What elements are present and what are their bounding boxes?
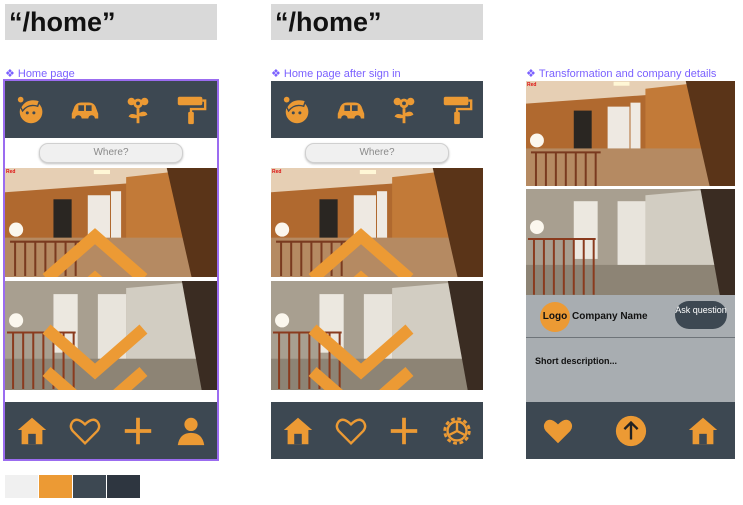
- photo-tag: Red: [272, 169, 282, 175]
- palette-swatch-dark: [107, 475, 140, 498]
- room-photo-before: Red: [5, 168, 217, 277]
- photo-tag: Red: [527, 82, 537, 88]
- transformation-details-frame: Red Logo Company Name Ask question Short…: [526, 81, 735, 459]
- palette-swatch-slate: [73, 475, 106, 498]
- heart-icon[interactable]: [67, 413, 103, 449]
- home-icon[interactable]: [685, 413, 721, 449]
- description-area: Short description...: [526, 338, 735, 402]
- home-page-frame: Where? Red: [3, 79, 219, 461]
- settings-icon[interactable]: [439, 413, 475, 449]
- ask-question-button[interactable]: Ask question: [675, 301, 727, 329]
- search-input[interactable]: Where?: [39, 143, 183, 163]
- company-logo[interactable]: Logo: [540, 302, 570, 332]
- room-photo-after: [5, 281, 217, 390]
- search-area: Where?: [271, 138, 483, 168]
- search-area: Where?: [5, 138, 217, 168]
- home-icon[interactable]: [280, 413, 316, 449]
- car-icon[interactable]: [333, 92, 369, 128]
- heart-icon[interactable]: [333, 413, 369, 449]
- chevron-up-icon[interactable]: [5, 218, 201, 277]
- flower-icon[interactable]: [120, 92, 156, 128]
- category-bar: [5, 81, 217, 138]
- painter-face-icon[interactable]: [280, 92, 316, 128]
- short-description: Short description...: [535, 356, 618, 366]
- room-photo-after: [271, 281, 483, 390]
- frame-label-home-signed-in[interactable]: ❖ Home page after sign in: [271, 67, 401, 80]
- car-icon[interactable]: [67, 92, 103, 128]
- plus-icon[interactable]: [120, 413, 156, 449]
- frame-label-home[interactable]: ❖ Home page: [5, 67, 75, 80]
- photo-tag: Red: [6, 169, 16, 175]
- home-icon[interactable]: [14, 413, 50, 449]
- upload-icon[interactable]: [613, 413, 649, 449]
- category-bar: [271, 81, 483, 138]
- user-icon[interactable]: [173, 413, 209, 449]
- room-photo-after: [526, 189, 735, 295]
- palette-swatch-light: [5, 475, 38, 498]
- palette-swatch-orange: [39, 475, 72, 498]
- home-page-signed-in-frame: Where? Red: [271, 81, 483, 459]
- paint-roller-icon[interactable]: [173, 92, 209, 128]
- room-photo-before: Red: [271, 168, 483, 277]
- chevron-down-icon[interactable]: [271, 317, 467, 390]
- bottom-nav: [271, 402, 483, 459]
- company-name[interactable]: Company Name: [572, 311, 648, 322]
- chevron-up-icon[interactable]: [271, 218, 467, 277]
- company-info-bar: Logo Company Name Ask question: [526, 295, 735, 338]
- bottom-nav: [526, 402, 735, 459]
- heart-icon[interactable]: [540, 413, 576, 449]
- route-title-1: “/home”: [5, 4, 217, 40]
- plus-icon[interactable]: [386, 413, 422, 449]
- paint-roller-icon[interactable]: [439, 92, 475, 128]
- search-input[interactable]: Where?: [305, 143, 449, 163]
- chevron-down-icon[interactable]: [5, 317, 201, 390]
- bottom-nav: [5, 402, 217, 459]
- painter-face-icon[interactable]: [14, 92, 50, 128]
- room-photo-before: Red: [526, 81, 735, 186]
- route-title-2: “/home”: [271, 4, 483, 40]
- flower-icon[interactable]: [386, 92, 422, 128]
- frame-label-transformation[interactable]: ❖ Transformation and company details: [526, 67, 716, 80]
